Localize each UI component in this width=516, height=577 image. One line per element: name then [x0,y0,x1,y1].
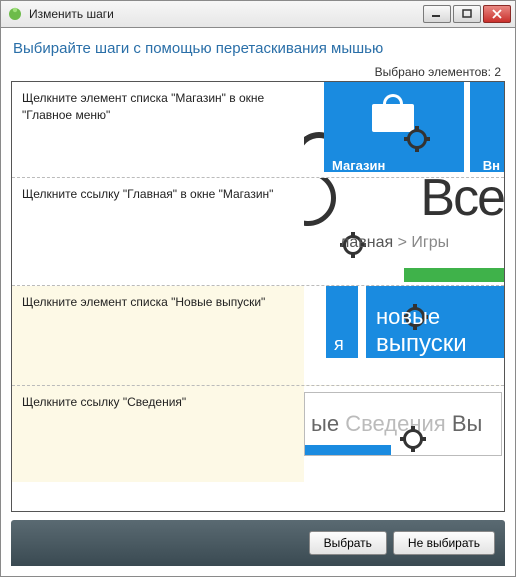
app-icon [7,6,23,22]
step-thumbnail: ые Сведения Вы [304,386,504,482]
selection-counter: Выбрано элементов: 2 [11,65,505,79]
breadcrumb: лавная > Игры [340,234,449,252]
blue-bar [305,445,391,455]
crumb-sep: > [398,234,407,251]
step-thumbnail: я новые выпуски [304,286,504,385]
step-description: Щелкните ссылку "Главная" в окне "Магази… [12,178,304,285]
step-row[interactable]: Щелкните элемент списка "Магазин" в окне… [12,82,504,178]
tile-label-line1: новые [376,304,440,330]
link-text: ые Сведения Вы [311,411,482,437]
select-button[interactable]: Выбрать [309,531,387,555]
target-icon [404,126,430,152]
arc-decor [304,178,336,226]
deselect-button[interactable]: Не выбирать [393,531,495,555]
label-fragment: я [334,334,344,355]
text-mid: Сведения [345,411,446,436]
step-row[interactable]: Щелкните ссылку "Главная" в окне "Магази… [12,178,504,286]
minimize-button[interactable] [423,5,451,23]
progress-bar [404,268,504,282]
heading-fragment: Все [420,178,504,228]
step-description: Щелкните элемент списка "Новые выпуски" [12,286,304,385]
steps-list[interactable]: Щелкните элемент списка "Магазин" в окне… [11,81,505,512]
step-thumbnail: Все лавная > Игры [304,178,504,285]
tile-caption-partial: Вн [483,158,500,173]
tile-label-line2: выпуски [376,330,467,358]
crumb-main: лавная [340,234,393,251]
counter-value: 2 [494,65,501,79]
step-row[interactable]: Щелкните ссылку "Сведения" ые Сведения В… [12,386,504,482]
window-controls [423,5,511,23]
step-thumbnail: Магазин Вн [304,82,504,177]
maximize-button[interactable] [453,5,481,23]
text-right: Вы [452,411,483,436]
target-icon [400,426,426,452]
titlebar: Изменить шаги [0,0,516,28]
window-title: Изменить шаги [29,7,423,21]
text-left: ые [311,411,339,436]
step-description: Щелкните ссылку "Сведения" [12,386,304,482]
step-row[interactable]: Щелкните элемент списка "Новые выпуски" … [12,286,504,386]
crumb-next: Игры [411,234,449,251]
dialog-body: Выбирайте шаги с помощью перетаскивания … [0,28,516,577]
dialog-footer: Выбрать Не выбирать [11,520,505,566]
close-button[interactable] [483,5,511,23]
instruction-text: Выбирайте шаги с помощью перетаскивания … [13,40,505,57]
counter-label: Выбрано элементов: [375,65,491,79]
step-description: Щелкните элемент списка "Магазин" в окне… [12,82,304,177]
tile-caption: Магазин [332,158,385,173]
